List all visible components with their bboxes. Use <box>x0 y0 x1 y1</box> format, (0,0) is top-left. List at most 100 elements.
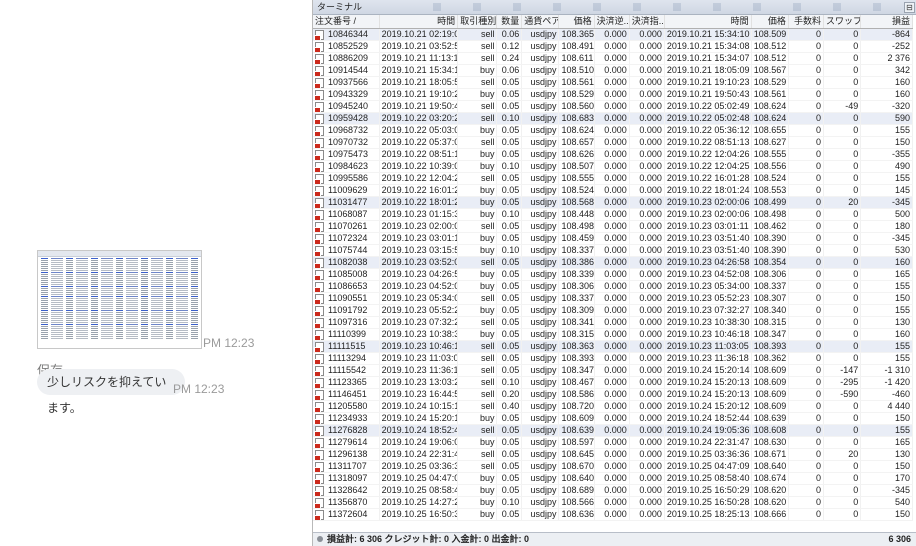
table-row[interactable]: 11356870 2019.10.25 14:27:20 buy 0.10 usdjpy… <box>313 496 913 509</box>
header-col-close-time[interactable]: 時間 <box>664 15 752 29</box>
table-row[interactable]: 11085008 2019.10.23 04:26:59 buy 0.05 usdjpy… <box>313 268 913 281</box>
col-profit-cell: 155 <box>860 280 913 293</box>
table-row[interactable]: 11276828 2019.10.24 18:52:45 sell 0.05 usdjp… <box>313 424 913 437</box>
table-row[interactable]: 11205580 2019.10.24 10:15:13 sell 0.40 usdjp… <box>313 400 913 413</box>
col-commission-cell: 0 <box>788 484 825 497</box>
table-row[interactable]: 11072324 2019.10.23 03:01:11 buy 0.05 usdjpy… <box>313 232 913 245</box>
col-open-time-cell: 2019.10.22 18:01:24 <box>379 196 459 209</box>
table-row[interactable]: 11113294 2019.10.23 11:03:06 sell 0.05 usdjp… <box>313 352 913 365</box>
table-row[interactable]: 10945240 2019.10.21 19:50:43 sell 0.05 usdjp… <box>313 100 913 113</box>
table-row[interactable]: 10968732 2019.10.22 05:03:00 buy 0.05 usdjpy… <box>313 124 913 137</box>
col-close-time-cell: 2019.10.25 08:58:40 <box>664 472 752 485</box>
table-row[interactable]: 11086653 2019.10.23 04:52:08 buy 0.05 usdjpy… <box>313 280 913 293</box>
table-row[interactable]: 11296138 2019.10.24 22:31:48 sell 0.05 usdjp… <box>313 448 913 461</box>
table-row[interactable]: 11090551 2019.10.23 05:34:01 sell 0.05 usdjp… <box>313 292 913 305</box>
table-row[interactable]: 10914544 2019.10.21 15:34:10 buy 0.06 usdjpy… <box>313 64 913 77</box>
order-icon <box>314 294 324 304</box>
table-row[interactable]: 11372604 2019.10.25 16:50:30 buy 0.05 usdjpy… <box>313 508 913 521</box>
ticket-number: 11075744 <box>328 245 368 255</box>
col-swap-cell: 0 <box>823 352 862 365</box>
col-swap-cell: 0 <box>823 436 862 449</box>
order-icon <box>314 270 324 280</box>
table-row[interactable]: 10886209 2019.10.21 11:13:18 sell 0.24 usdjp… <box>313 52 913 65</box>
table-row[interactable]: 10995586 2019.10.22 12:04:26 sell 0.05 usdjp… <box>313 172 913 185</box>
header-col-profit[interactable]: 損益 <box>860 15 913 29</box>
table-row[interactable]: 11311707 2019.10.25 03:36:37 sell 0.05 usdjp… <box>313 460 913 473</box>
table-row[interactable]: 10984623 2019.10.22 10:39:05 buy 0.10 usdjpy… <box>313 160 913 173</box>
header-col-open-price[interactable]: 価格 <box>558 15 595 29</box>
col-open-price-cell: 108.560 <box>558 100 595 113</box>
table-row[interactable]: 10959428 2019.10.22 03:20:20 sell 0.10 usdjp… <box>313 112 913 125</box>
table-row[interactable]: 11075744 2019.10.23 03:15:52 buy 0.10 usdjpy… <box>313 244 913 257</box>
table-row[interactable]: 11082038 2019.10.23 03:52:00 sell 0.05 usdjp… <box>313 256 913 269</box>
table-row[interactable]: 11318097 2019.10.25 04:47:09 buy 0.05 usdjpy… <box>313 472 913 485</box>
col-swap-cell: 20 <box>823 196 862 209</box>
col-tp-cell: 0.000 <box>629 268 665 281</box>
header-col-open-time[interactable]: 時間 <box>379 15 459 29</box>
header-col-volume[interactable]: 数量 <box>496 15 523 29</box>
table-row[interactable]: 11009629 2019.10.22 16:01:28 buy 0.05 usdjpy… <box>313 184 913 197</box>
col-open-price-cell: 108.586 <box>558 388 595 401</box>
col-close-time-cell: 2019.10.22 12:04:26 <box>664 148 752 161</box>
close-icon[interactable]: ⊟ <box>904 2 915 13</box>
col-swap-cell: 20 <box>823 448 862 461</box>
table-row[interactable]: 11234933 2019.10.24 15:20:15 buy 0.05 usdjpy… <box>313 412 913 425</box>
ticket-number: 10846344 <box>328 29 369 39</box>
terminal-title-bar[interactable]: ターミナル ⊟ <box>313 0 916 15</box>
header-col-close-price[interactable]: 価格 <box>751 15 789 29</box>
screenshot-thumbnail[interactable] <box>37 250 202 349</box>
col-close-price-cell: 108.524 <box>751 172 789 185</box>
header-col-commission[interactable]: 手数料 <box>788 15 825 29</box>
col-sl-cell: 0.000 <box>594 400 630 413</box>
table-row[interactable]: 10975473 2019.10.22 08:51:14 buy 0.05 usdjpy… <box>313 148 913 161</box>
col-symbol-cell: usdjpy <box>521 472 560 485</box>
col-swap-cell: 0 <box>823 340 862 353</box>
table-row[interactable]: 11123365 2019.10.23 13:03:28 sell 0.10 usdjp… <box>313 376 913 389</box>
col-open-time-cell: 2019.10.23 10:38:30 <box>379 328 459 341</box>
table-row[interactable]: 11091792 2019.10.23 05:52:23 buy 0.05 usdjpy… <box>313 304 913 317</box>
table-row[interactable]: 11115542 2019.10.23 11:36:18 sell 0.05 usdjp… <box>313 364 913 377</box>
table-row[interactable]: 11279614 2019.10.24 19:06:02 buy 0.05 usdjpy… <box>313 436 913 449</box>
table-row[interactable]: 10852529 2019.10.21 03:52:56 sell 0.12 usdjp… <box>313 40 913 53</box>
col-tp-cell: 0.000 <box>629 160 665 173</box>
order-icon <box>314 438 324 448</box>
col-volume-cell: 0.05 <box>496 148 523 161</box>
col-symbol-cell: usdjpy <box>521 244 560 257</box>
header-col-symbol[interactable]: 通貨ペア <box>521 15 560 29</box>
table-row[interactable]: 11097316 2019.10.23 07:32:28 sell 0.05 usdjp… <box>313 316 913 329</box>
col-open-price-cell: 108.448 <box>558 208 595 221</box>
col-open-price-cell: 108.689 <box>558 484 595 497</box>
order-icon <box>314 390 324 400</box>
col-swap-cell: 0 <box>823 136 862 149</box>
table-row[interactable]: 11110399 2019.10.23 10:38:30 buy 0.05 usdjpy… <box>313 328 913 341</box>
col-volume-cell: 0.05 <box>496 424 523 437</box>
col-tp-cell: 0.000 <box>629 184 665 197</box>
table-row[interactable]: 11111515 2019.10.23 10:46:19 sell 0.05 usdjp… <box>313 340 913 353</box>
table-row[interactable]: 11068087 2019.10.23 01:15:33 buy 0.10 usdjpy… <box>313 208 913 221</box>
header-col-type[interactable]: 取引種別 <box>457 15 498 29</box>
col-sl-cell: 0.000 <box>594 172 630 185</box>
table-row[interactable]: 10937566 2019.10.21 18:05:50 sell 0.05 usdjp… <box>313 76 913 89</box>
header-col-swap[interactable]: スワップ <box>823 15 862 29</box>
col-profit-cell: 540 <box>860 496 913 509</box>
order-icon <box>314 222 324 232</box>
header-col-ticket[interactable]: 注文番号 / <box>313 15 380 29</box>
header-col-tp[interactable]: 決済指... <box>629 15 665 29</box>
thumbnail-line <box>41 278 198 279</box>
table-row[interactable]: 10846344 2019.10.21 02:19:07 sell 0.06 usdjp… <box>313 28 913 41</box>
header-col-sl[interactable]: 決済逆... <box>594 15 630 29</box>
col-ticket-cell: 10945240 <box>313 100 380 113</box>
table-row[interactable]: 11328642 2019.10.25 08:58:41 buy 0.05 usdjpy… <box>313 484 913 497</box>
table-row[interactable]: 10970732 2019.10.22 05:37:05 sell 0.05 usdjp… <box>313 136 913 149</box>
table-row[interactable]: 11146451 2019.10.23 16:44:54 sell 0.20 usdjp… <box>313 388 913 401</box>
col-close-price-cell: 108.639 <box>751 412 789 425</box>
table-row[interactable]: 11070261 2019.10.23 02:00:07 sell 0.05 usdjp… <box>313 220 913 233</box>
table-row[interactable]: 10943329 2019.10.21 19:10:24 buy 0.05 usdjpy… <box>313 88 913 101</box>
col-profit-cell: 160 <box>860 76 913 89</box>
col-volume-cell: 0.05 <box>496 436 523 449</box>
col-commission-cell: 0 <box>788 232 825 245</box>
col-sl-cell: 0.000 <box>594 88 630 101</box>
col-type-cell: buy <box>457 484 498 497</box>
table-row[interactable]: 11031477 2019.10.22 18:01:24 buy 0.05 usdjpy… <box>313 196 913 209</box>
col-close-price-cell: 108.609 <box>751 400 789 413</box>
